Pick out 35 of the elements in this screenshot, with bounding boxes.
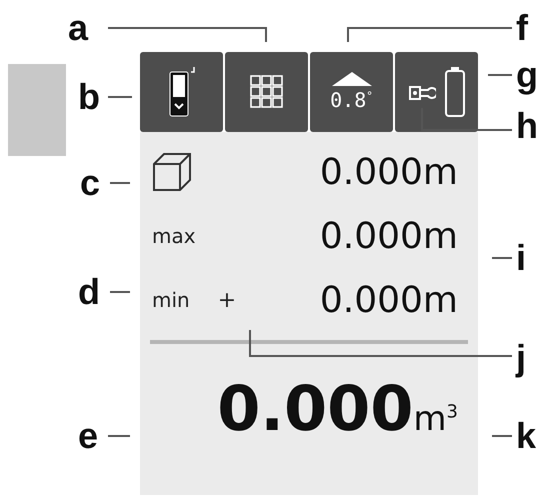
callout-letter: i: [516, 240, 526, 276]
row-label: max: [152, 224, 197, 248]
volume-unit: m$^{3}$: [413, 399, 458, 439]
leader-line: [110, 182, 130, 184]
volume-value: 0.000: [217, 372, 414, 445]
measurement-value: 0.000m: [320, 280, 458, 320]
tilt-button[interactable]: 0.8$^{°}$: [310, 52, 393, 132]
measurement-value: 0.000m: [320, 152, 458, 192]
measurement-value: 0.000m: [320, 216, 458, 256]
leader-line: [110, 291, 130, 293]
callout-letter: f: [516, 10, 528, 46]
plus-sign: +: [216, 288, 238, 312]
grid-icon: [250, 75, 284, 109]
callout-letter: d: [78, 274, 100, 310]
leader-line: [492, 435, 512, 437]
grid-button[interactable]: [225, 52, 308, 132]
row-label: min: [152, 288, 191, 312]
leader-line: [108, 435, 130, 437]
battery-icon: [444, 66, 466, 118]
callout-letter: c: [80, 165, 100, 201]
device-button[interactable]: [140, 52, 223, 132]
battery-button[interactable]: [395, 52, 478, 132]
callout-letter: h: [516, 108, 538, 144]
callout-letter: a: [68, 10, 88, 46]
leader-line: [108, 96, 132, 98]
callout-letter: b: [78, 79, 100, 115]
cube-icon: [152, 152, 192, 192]
leader-line: [488, 74, 512, 76]
triangle-icon: [332, 72, 372, 86]
callout-letter: k: [516, 418, 536, 454]
device-icon: [166, 66, 196, 118]
callout-letter: g: [516, 57, 538, 93]
callout-letter: e: [78, 418, 98, 454]
leader-line: [492, 257, 512, 259]
callout-letter: j: [516, 340, 526, 376]
